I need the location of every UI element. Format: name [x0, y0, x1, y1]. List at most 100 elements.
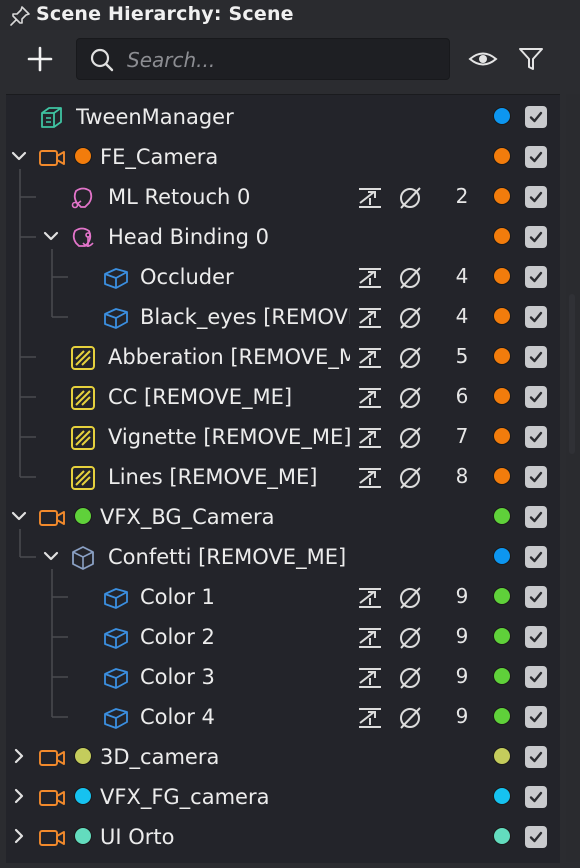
- add-object-button[interactable]: [26, 45, 54, 73]
- enabled-checkbox[interactable]: [525, 666, 547, 688]
- layer-align-icon[interactable]: [356, 345, 384, 371]
- layer-color-dot[interactable]: [493, 627, 511, 645]
- layer-color-dot[interactable]: [493, 347, 511, 365]
- tree-row[interactable]: TweenManager: [6, 97, 560, 137]
- enabled-checkbox[interactable]: [525, 226, 547, 248]
- layer-color-dot[interactable]: [493, 707, 511, 725]
- no-render-icon[interactable]: [396, 465, 424, 491]
- tree-row[interactable]: Black_eyes [REMOVE_ME] 4: [6, 297, 560, 337]
- enabled-checkbox[interactable]: [525, 186, 547, 208]
- layer-color-dot[interactable]: [493, 667, 511, 685]
- layer-color-dot[interactable]: [493, 747, 511, 765]
- tree-row[interactable]: VFX_FG_camera: [6, 777, 560, 817]
- layer-color-dot[interactable]: [493, 387, 511, 405]
- enabled-checkbox[interactable]: [525, 306, 547, 328]
- layer-color-dot[interactable]: [493, 107, 511, 125]
- camera-color-dot: [74, 147, 92, 165]
- layer-align-icon[interactable]: [356, 625, 384, 651]
- render-order-count: 4: [455, 264, 469, 288]
- tree-row[interactable]: 3D_camera: [6, 737, 560, 777]
- no-render-icon[interactable]: [396, 665, 424, 691]
- row-label: Lines [REMOVE_ME]: [108, 465, 318, 489]
- no-render-icon[interactable]: [396, 265, 424, 291]
- chevron-right-icon[interactable]: [10, 747, 28, 765]
- enabled-checkbox[interactable]: [525, 706, 547, 728]
- enabled-checkbox[interactable]: [525, 586, 547, 608]
- layer-align-icon[interactable]: [356, 705, 384, 731]
- chevron-right-icon[interactable]: [10, 787, 28, 805]
- search-field[interactable]: [76, 38, 450, 80]
- chevron-down-icon[interactable]: [10, 147, 28, 165]
- tree-row[interactable]: Color 2 9: [6, 617, 560, 657]
- tree-row[interactable]: Color 4 9: [6, 697, 560, 737]
- no-render-icon[interactable]: [396, 305, 424, 331]
- enabled-checkbox[interactable]: [525, 426, 547, 448]
- chevron-down-icon[interactable]: [42, 547, 60, 565]
- no-render-icon[interactable]: [396, 425, 424, 451]
- layer-align-icon[interactable]: [356, 425, 384, 451]
- layer-color-dot[interactable]: [493, 147, 511, 165]
- tree-row[interactable]: Color 1 9: [6, 577, 560, 617]
- search-input[interactable]: [125, 45, 439, 75]
- chevron-right-icon[interactable]: [10, 827, 28, 845]
- layer-align-icon[interactable]: [356, 585, 384, 611]
- tree-row[interactable]: Confetti [REMOVE_ME]: [6, 537, 560, 577]
- tree-row[interactable]: Head Binding 0: [6, 217, 560, 257]
- hierarchy-tree: TweenManager FE_Camera ML Retouch 0 2 Head B…: [6, 94, 560, 863]
- layer-color-dot[interactable]: [493, 227, 511, 245]
- layer-color-dot[interactable]: [493, 427, 511, 445]
- tree-row[interactable]: VFX_BG_Camera: [6, 497, 560, 537]
- tree-row[interactable]: Occluder 4: [6, 257, 560, 297]
- tree-row[interactable]: UI Orto: [6, 817, 560, 857]
- layer-align-icon[interactable]: [356, 665, 384, 691]
- no-render-icon[interactable]: [396, 345, 424, 371]
- enabled-checkbox[interactable]: [525, 546, 547, 568]
- layer-color-dot[interactable]: [493, 467, 511, 485]
- pin-icon[interactable]: [9, 5, 31, 27]
- tree-row[interactable]: Lines [REMOVE_ME] 8: [6, 457, 560, 497]
- layer-color-dot[interactable]: [493, 547, 511, 565]
- no-render-icon[interactable]: [396, 185, 424, 211]
- tree-row[interactable]: ML Retouch 0 2: [6, 177, 560, 217]
- layer-color-dot[interactable]: [493, 307, 511, 325]
- enabled-checkbox[interactable]: [525, 506, 547, 528]
- enabled-checkbox[interactable]: [525, 786, 547, 808]
- enabled-checkbox[interactable]: [525, 466, 547, 488]
- render-order-count: 7: [455, 424, 469, 448]
- layer-align-icon[interactable]: [356, 385, 384, 411]
- enabled-checkbox[interactable]: [525, 266, 547, 288]
- no-render-icon[interactable]: [396, 585, 424, 611]
- enabled-checkbox[interactable]: [525, 386, 547, 408]
- tree-row[interactable]: Vignette [REMOVE_ME] 7: [6, 417, 560, 457]
- tree-row[interactable]: FE_Camera: [6, 137, 560, 177]
- layer-color-dot[interactable]: [493, 587, 511, 605]
- layer-align-icon[interactable]: [356, 465, 384, 491]
- camera-color-dot: [74, 827, 92, 845]
- layer-color-dot[interactable]: [493, 507, 511, 525]
- enabled-checkbox[interactable]: [525, 106, 547, 128]
- enabled-checkbox[interactable]: [525, 626, 547, 648]
- layer-color-dot[interactable]: [493, 787, 511, 805]
- layer-align-icon[interactable]: [356, 265, 384, 291]
- no-render-icon[interactable]: [396, 705, 424, 731]
- enabled-checkbox[interactable]: [525, 826, 547, 848]
- layer-align-icon[interactable]: [356, 305, 384, 331]
- chevron-down-icon[interactable]: [10, 507, 28, 525]
- enabled-checkbox[interactable]: [525, 346, 547, 368]
- chevron-down-icon[interactable]: [42, 227, 60, 245]
- no-render-icon[interactable]: [396, 385, 424, 411]
- layer-color-dot[interactable]: [493, 187, 511, 205]
- enabled-checkbox[interactable]: [525, 146, 547, 168]
- no-render-icon[interactable]: [396, 625, 424, 651]
- layer-align-icon[interactable]: [356, 185, 384, 211]
- filter-icon[interactable]: [516, 44, 546, 74]
- tree-row[interactable]: Color 3 9: [6, 657, 560, 697]
- tree-row[interactable]: CC [REMOVE_ME] 6: [6, 377, 560, 417]
- tree-row[interactable]: Abberation [REMOVE_ME] 5: [6, 337, 560, 377]
- layer-color-dot[interactable]: [493, 267, 511, 285]
- eye-icon[interactable]: [468, 44, 498, 74]
- enabled-checkbox[interactable]: [525, 746, 547, 768]
- scrollbar[interactable]: [566, 94, 580, 862]
- camera-color-dot: [74, 747, 92, 765]
- layer-color-dot[interactable]: [493, 827, 511, 845]
